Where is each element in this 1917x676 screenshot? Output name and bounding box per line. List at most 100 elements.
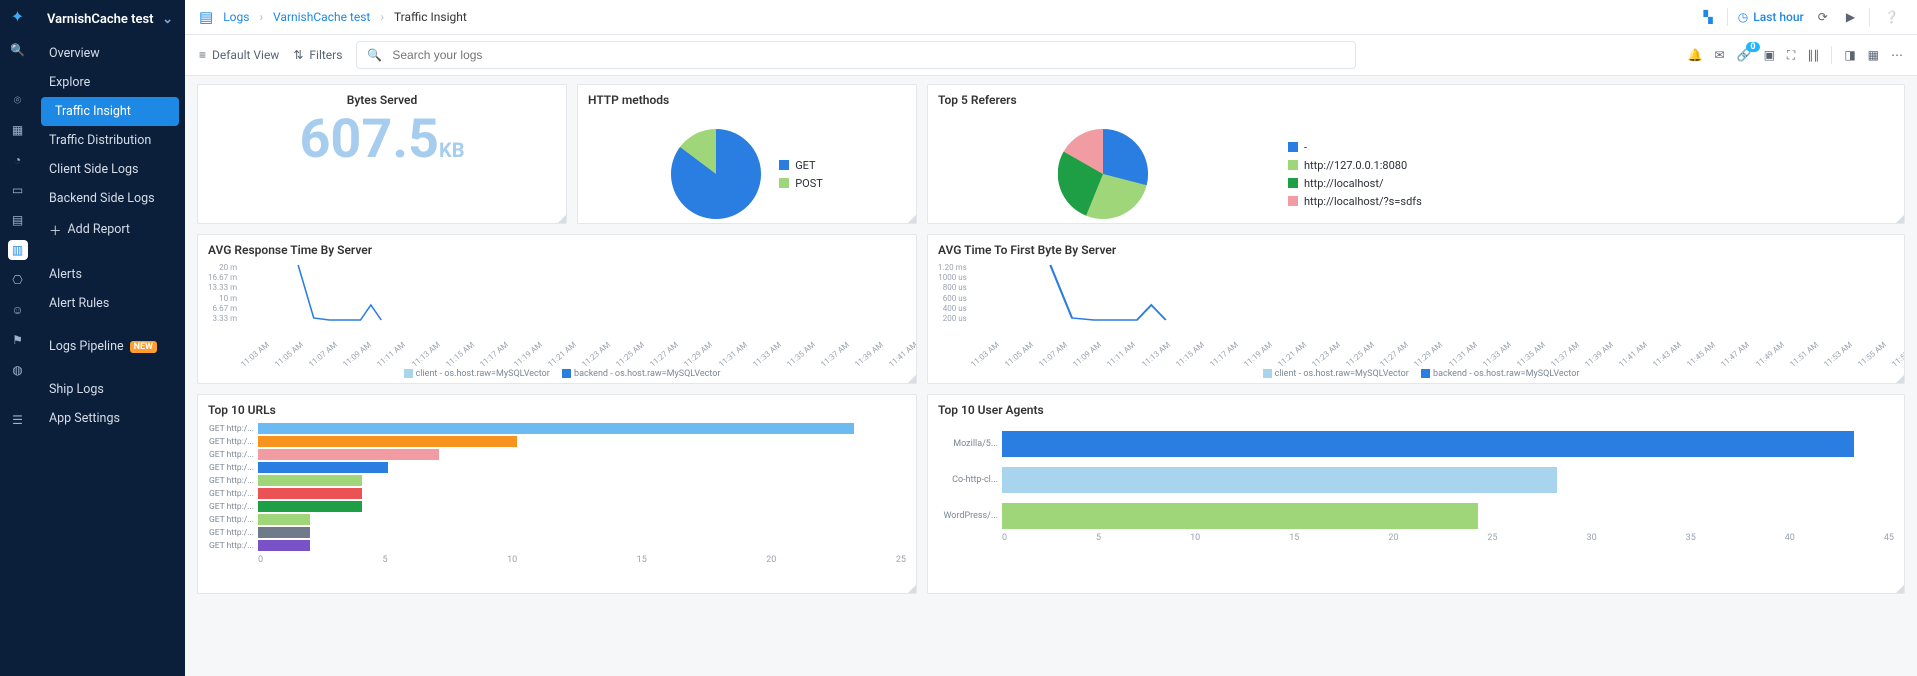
sidebar-item-alert-rules[interactable]: Alert Rules [35,289,185,318]
y-axis: 1.20 ms1000 us800 us600 us400 us200 us [938,263,967,323]
logo-icon[interactable]: ✦ [8,6,28,26]
clock-icon[interactable]: ◔ [8,150,28,170]
panel-top-referers[interactable]: Top 5 Referers - http://127.0.0.1:8080 h… [927,84,1905,224]
flag-icon[interactable]: ⚑ [8,330,28,350]
sidebar-item-explore[interactable]: Explore [35,68,185,97]
bar-row: GET http:/... [208,449,906,460]
reports-icon[interactable]: ▥ [8,240,28,260]
resize-handle[interactable] [558,215,566,223]
bar-label: GET http:/... [208,450,254,460]
tag-icon[interactable]: ▭ [8,180,28,200]
mail-icon[interactable]: ✉ [1715,48,1725,62]
panel-bytes-served[interactable]: Bytes Served 607.5KB [197,84,567,224]
bar-chart: Mozilla/5...Co-http-cl...WordPress/... [938,431,1894,529]
legend-label: http://127.0.0.1:8080 [1304,159,1407,172]
dashboard: Bytes Served 607.5KB HTTP methods GET PO… [185,76,1917,676]
bar-row: Mozilla/5... [938,431,1894,457]
toolbar: ≡Default View ⇅ Filters 🔍 🔔 ✉ 🔗0 ▣ ⛶ ∥∥ ◨… [185,35,1917,76]
sidebar-item-client-side-logs[interactable]: Client Side Logs [35,155,185,184]
bar-fill [1002,431,1854,457]
search-input[interactable] [390,47,1345,63]
help-icon[interactable]: ❔ [1880,6,1903,28]
sidebar: VarnishCache test ⌄ Overview Explore Tra… [35,0,185,676]
bar-chart: GET http:/... GET http:/... GET http:/... G… [208,423,906,551]
bar-row: GET http:/... [208,514,906,525]
filters-button[interactable]: ⇅ Filters [293,48,342,62]
columns-icon[interactable]: ∥∥ [1807,48,1819,62]
resize-handle[interactable] [908,585,916,593]
x-axis: 0510152025 [258,555,906,565]
more-icon[interactable]: ⋯ [1891,48,1903,62]
bar-fill [258,488,362,499]
servers-icon[interactable]: ☰ [8,410,28,430]
default-view-button[interactable]: ≡Default View [199,48,279,62]
sidebar-item-backend-side-logs[interactable]: Backend Side Logs [35,184,185,213]
line-chart [971,263,1894,323]
sidebar-item-traffic-distribution[interactable]: Traffic Distribution [35,126,185,155]
bot-icon[interactable]: ☺ [8,300,28,320]
sidebar-item-traffic-insight[interactable]: Traffic Insight [41,97,179,126]
sidebar-item-overview[interactable]: Overview [35,39,185,68]
legend-swatch [779,160,789,170]
panel-grid-icon[interactable]: ▦ [1868,48,1879,62]
dashboard-icon[interactable]: ⌾ [8,90,28,110]
bar-row: GET http:/... [208,501,906,512]
legend-label: GET [795,159,815,172]
breadcrumb-app[interactable]: VarnishCache test [273,10,370,24]
time-range-selector[interactable]: ◷Last hour [1738,10,1804,24]
panel-left-icon[interactable]: ◨ [1844,48,1855,62]
link-badge: 0 [1746,42,1759,52]
panel-http-methods[interactable]: HTTP methods GET POST [577,84,917,224]
breadcrumb-root[interactable]: Logs [223,10,249,24]
sidebar-item-alerts[interactable]: Alerts [35,260,185,289]
nav-label: Ship Logs [49,382,104,397]
resize-handle[interactable] [1896,375,1904,383]
screen-icon[interactable]: ▣ [1764,48,1775,62]
refresh-icon[interactable]: ⟳ [1814,6,1832,28]
apps-icon[interactable]: ▚ [1700,6,1717,28]
bar-fill [1002,503,1478,529]
play-icon[interactable]: ▶ [1842,6,1859,28]
nav-label: Explore [49,75,90,90]
bar-row: GET http:/... [208,436,906,447]
search-icon[interactable]: 🔍 [8,40,28,60]
resize-handle[interactable] [1896,585,1904,593]
app-selector[interactable]: VarnishCache test ⌄ [35,8,185,39]
clock-icon: ◷ [1738,10,1748,24]
resize-handle[interactable] [1896,215,1904,223]
bytes-unit: KB [439,138,464,162]
bar-row: WordPress/... [938,503,1894,529]
panel-avg-ttfb[interactable]: AVG Time To First Byte By Server 1.20 ms… [927,234,1905,384]
y-axis: 20 m16.67 m13.33 m10 m6.67 m3.33 m [208,263,237,323]
bar-fill [1002,467,1557,493]
panel-top-urls[interactable]: Top 10 URLs GET http:/...GET http:/...GE… [197,394,917,594]
bar-row: GET http:/... [208,462,906,473]
globe-icon[interactable]: ◍ [8,360,28,380]
panel-title: AVG Time To First Byte By Server [938,243,1894,257]
breadcrumb-sep: › [259,10,263,24]
scan-icon[interactable]: ⎔ [8,270,28,290]
legend-swatch [1288,160,1298,170]
panel-top-user-agents[interactable]: Top 10 User Agents Mozilla/5...Co-http-c… [927,394,1905,594]
panel-avg-response[interactable]: AVG Response Time By Server 20 m16.67 m1… [197,234,917,384]
search-box[interactable]: 🔍 [356,41,1356,69]
bell-icon[interactable]: 🔔 [1688,48,1703,62]
resize-handle[interactable] [908,375,916,383]
sidebar-item-add-report[interactable]: ＋Add Report [35,213,185,246]
legend-label: http://localhost/?s=sdfs [1304,195,1422,208]
nav-label: Overview [49,46,100,61]
bar-fill [258,423,854,434]
filter-icon: ⇅ [293,48,303,62]
link-icon[interactable]: 🔗0 [1737,48,1752,62]
breadcrumb-current: Traffic Insight [394,10,467,24]
sidebar-item-logs-pipeline[interactable]: Logs Pipeline NEW [35,332,185,361]
tb-label: Filters [309,48,342,62]
bar-label: GET http:/... [208,489,254,499]
fullscreen-icon[interactable]: ⛶ [1787,48,1795,63]
resize-handle[interactable] [908,215,916,223]
legend-label: POST [795,177,823,190]
sidebar-item-ship-logs[interactable]: Ship Logs [35,375,185,404]
chart-icon[interactable]: ▤ [8,210,28,230]
grid-icon[interactable]: ▦ [8,120,28,140]
sidebar-item-app-settings[interactable]: App Settings [35,404,185,433]
